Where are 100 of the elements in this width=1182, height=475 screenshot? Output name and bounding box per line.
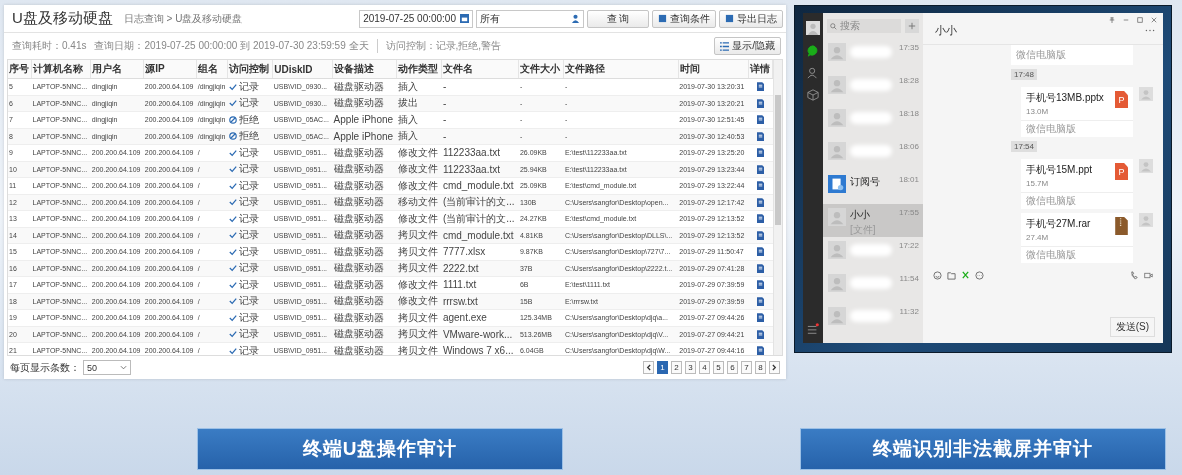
contacts-icon[interactable] bbox=[807, 67, 819, 79]
blocked-icon bbox=[228, 132, 237, 141]
cube-icon[interactable] bbox=[807, 89, 819, 101]
column-header: 访问控制 bbox=[227, 60, 273, 79]
page-button[interactable]: 2 bbox=[671, 361, 682, 374]
file-message-card[interactable]: 手机号27M.rar 27.4M 微信电脑版 bbox=[1021, 213, 1133, 263]
document-icon[interactable] bbox=[756, 329, 764, 339]
page-button[interactable]: 4 bbox=[699, 361, 710, 374]
table-cell: 拷贝文件 bbox=[396, 243, 442, 260]
chat-time: 17:55 bbox=[898, 208, 919, 217]
document-icon[interactable] bbox=[756, 313, 764, 323]
caption: 终端U盘操作审计 bbox=[197, 428, 563, 470]
document-icon[interactable] bbox=[756, 197, 764, 207]
table-cell: 插入 bbox=[396, 111, 442, 128]
avatar-icon bbox=[828, 43, 846, 61]
document-icon[interactable] bbox=[756, 263, 764, 273]
document-icon[interactable] bbox=[756, 247, 764, 257]
table-cell: 修改文件 bbox=[396, 276, 442, 293]
send-button[interactable]: 发送(S) bbox=[1109, 317, 1155, 337]
document-icon[interactable] bbox=[756, 82, 764, 92]
next-page-button[interactable] bbox=[769, 361, 780, 374]
table-cell: 修改文件 bbox=[396, 177, 442, 194]
table-cell: 磁盘驱动器 bbox=[332, 243, 397, 260]
table-cell: 插入 bbox=[396, 128, 442, 145]
document-icon[interactable] bbox=[756, 131, 764, 141]
table-cell: 磁盘驱动器 bbox=[332, 161, 397, 178]
document-icon[interactable] bbox=[756, 181, 764, 191]
table-cell: 修改文件 bbox=[396, 161, 442, 178]
table-cell: - bbox=[441, 128, 519, 145]
chat-icon[interactable] bbox=[807, 45, 819, 57]
toolbar-button[interactable]: 查询条件 bbox=[652, 9, 716, 28]
document-icon[interactable] bbox=[756, 148, 764, 158]
person-icon bbox=[571, 14, 580, 23]
folder-icon[interactable] bbox=[947, 271, 956, 280]
video-call-icon[interactable] bbox=[1144, 271, 1153, 280]
scrollbar[interactable] bbox=[773, 60, 782, 355]
document-icon[interactable] bbox=[756, 164, 764, 174]
table-cell: cmd_module.txt bbox=[441, 227, 519, 244]
toolbar-button[interactable]: 导出日志 bbox=[719, 9, 783, 28]
table-cell: 拷贝文件 bbox=[396, 260, 442, 277]
more-icon[interactable] bbox=[1145, 29, 1155, 32]
page-button[interactable]: 8 bbox=[755, 361, 766, 374]
user-field[interactable]: 所有 bbox=[476, 9, 584, 28]
document-icon[interactable] bbox=[756, 296, 764, 306]
source-label: 微信电脑版 bbox=[1025, 248, 1077, 262]
access-label: 记录 bbox=[238, 162, 259, 177]
show-hide-button[interactable]: 显示/隐藏 bbox=[714, 37, 781, 55]
page-button[interactable]: 6 bbox=[727, 361, 738, 374]
table-cell: 移动文件 bbox=[396, 194, 442, 211]
table-cell: 磁盘驱动器 bbox=[332, 177, 397, 194]
menu-icon[interactable] bbox=[807, 323, 819, 335]
calendar-icon bbox=[460, 14, 469, 23]
table-cell: 拷贝文件 bbox=[396, 227, 442, 244]
avatar-icon bbox=[828, 307, 846, 325]
previous-page-button[interactable] bbox=[643, 361, 654, 374]
column-header: 动作类型 bbox=[396, 60, 442, 79]
pin-icon[interactable] bbox=[1109, 17, 1115, 23]
page-button[interactable]: 1 bbox=[657, 361, 668, 374]
archive-file-icon bbox=[1115, 217, 1128, 235]
info-text: 访问控制：记录,拒绝,警告 bbox=[376, 39, 502, 53]
page-button[interactable]: 5 bbox=[713, 361, 724, 374]
chat-time: 18:28 bbox=[898, 76, 919, 85]
slides-file-icon: P bbox=[1115, 91, 1128, 108]
date-field[interactable]: 2019-07-25 00:00:00 bbox=[359, 9, 473, 28]
emoji-icon[interactable] bbox=[933, 271, 942, 280]
page-size-select[interactable]: 50 bbox=[83, 360, 131, 375]
maximize-icon[interactable] bbox=[1137, 17, 1143, 23]
phone-icon[interactable] bbox=[1130, 271, 1139, 280]
page-button[interactable]: 3 bbox=[685, 361, 696, 374]
table-cell: rrrsw.txt bbox=[441, 293, 519, 310]
document-icon[interactable] bbox=[756, 230, 764, 240]
document-icon[interactable] bbox=[756, 346, 764, 355]
document-icon[interactable] bbox=[756, 98, 764, 108]
table-cell: 拷贝文件 bbox=[396, 326, 442, 343]
page-button[interactable]: 7 bbox=[741, 361, 752, 374]
blocked-icon bbox=[228, 115, 237, 124]
table-cell: 1111.txt bbox=[441, 276, 519, 293]
blurred-name bbox=[850, 46, 892, 58]
table-cell: 2222.txt bbox=[441, 260, 519, 277]
chat-list-item[interactable]: 订阅号 18:01 bbox=[823, 171, 923, 204]
file-message-card[interactable]: 手机号13MB.pptx 13.0M P 微信电脑版 bbox=[1021, 87, 1133, 137]
access-label: 记录 bbox=[238, 277, 259, 292]
table-cell: (当前审计的文... bbox=[441, 194, 519, 211]
column-header: UDiskID bbox=[272, 60, 333, 79]
info-text: 查询日期：2019-07-25 00:00:00 到 2019-07-30 23:59:59 全天 bbox=[94, 39, 369, 53]
chat-bubble-icon[interactable] bbox=[975, 271, 984, 280]
table-cell: 磁盘驱动器 bbox=[332, 95, 397, 112]
avatar-icon bbox=[828, 274, 846, 292]
search-button[interactable]: 查 询 bbox=[587, 9, 649, 28]
source-label: 微信电脑版 bbox=[1016, 48, 1067, 62]
document-icon[interactable] bbox=[756, 115, 764, 125]
document-icon[interactable] bbox=[756, 214, 764, 224]
table-cell: 磁盘驱动器 bbox=[332, 276, 397, 293]
access-label: 记录 bbox=[238, 294, 259, 309]
table-cell: 磁盘驱动器 bbox=[332, 342, 397, 355]
toolbar-icon bbox=[658, 14, 667, 23]
document-icon[interactable] bbox=[756, 280, 764, 290]
file-name: 手机号27M.rar bbox=[1026, 217, 1091, 231]
close-icon[interactable] bbox=[1151, 17, 1157, 23]
file-message-card[interactable]: 手机号15M.ppt 15.7M P 微信电脑版 bbox=[1021, 159, 1133, 209]
